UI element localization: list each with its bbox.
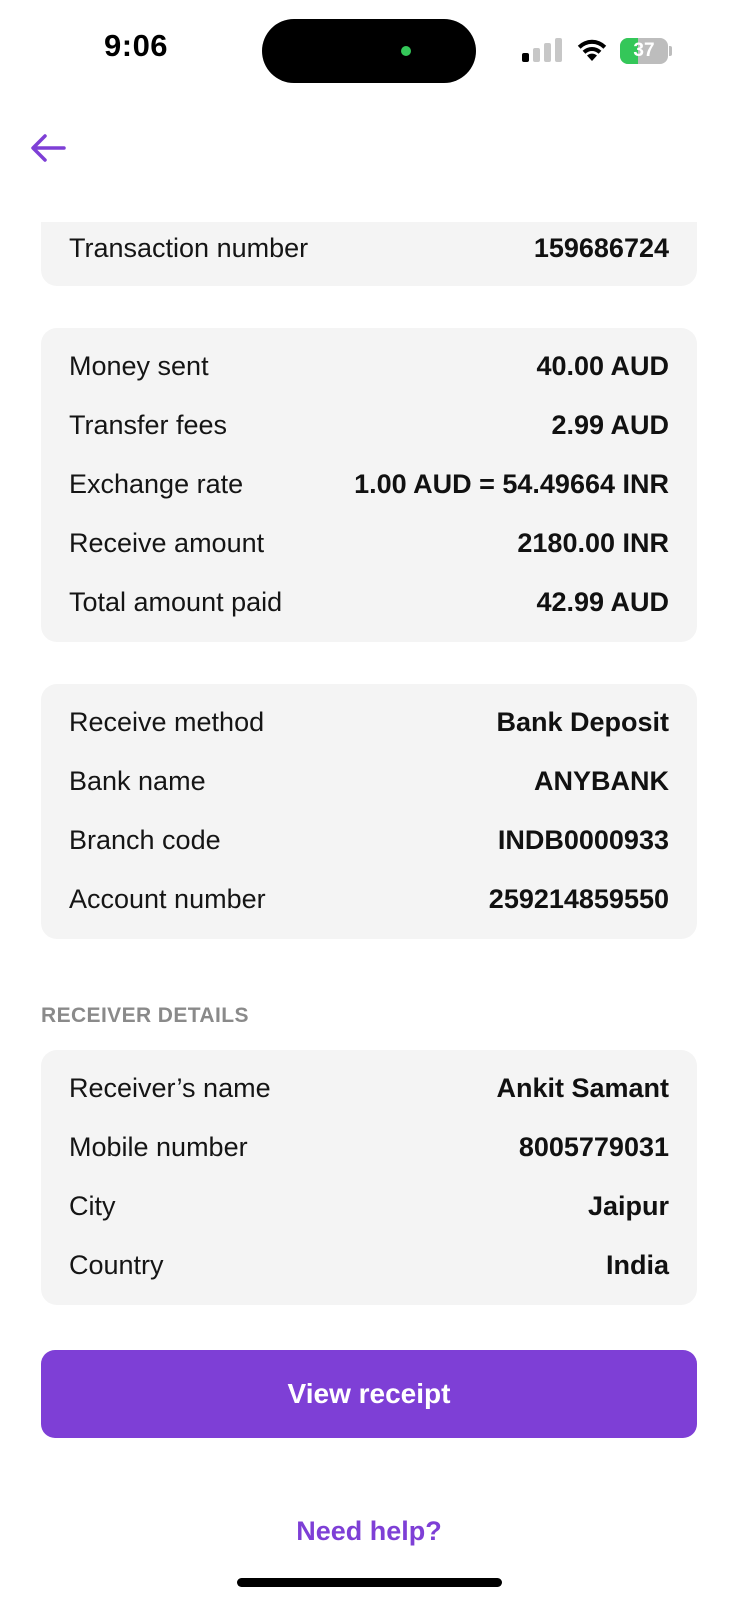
back-button[interactable] [26,128,72,174]
detail-row-receiver-name: Receiver’s name Ankit Samant [69,1059,669,1118]
detail-row-mobile-number: Mobile number 8005779031 [69,1118,669,1177]
row-label: Total amount paid [69,587,283,617]
detail-row-branch-code: Branch code INDB0000933 [69,811,669,870]
row-value: 2180.00 INR [517,528,669,558]
home-indicator[interactable] [237,1578,502,1587]
row-label: Mobile number [69,1132,248,1162]
row-label: Country [69,1250,164,1280]
screen: 9:06 37 Transaction number 159686724 Mon… [0,0,738,1600]
view-receipt-button[interactable]: View receipt [41,1350,697,1438]
row-label: Branch code [69,825,221,855]
row-label: Bank name [69,766,206,796]
arrow-left-icon [31,134,66,162]
battery-icon: 37 [620,38,672,64]
row-value: Bank Deposit [496,707,669,737]
row-value: 159686724 [533,232,669,263]
detail-row-receive-method: Receive method Bank Deposit [69,693,669,752]
row-value: 8005779031 [518,1132,669,1162]
row-value: 259214859550 [488,884,669,914]
battery-percent: 37 [633,40,655,61]
row-value: 2.99 AUD [551,410,669,440]
detail-row-account-number: Account number 259214859550 [69,870,669,929]
row-value: ANYBANK [534,766,669,796]
row-value: 40.00 AUD [536,351,669,381]
section-title-receiver-details: RECEIVER DETAILS [41,1004,249,1027]
row-value: 1.00 AUD = 54.49664 INR [354,469,669,499]
detail-row-exchange-rate: Exchange rate 1.00 AUD = 54.49664 INR [69,455,669,514]
detail-row-total-amount-paid: Total amount paid 42.99 AUD [69,573,669,632]
cellular-signal-icon [522,38,562,62]
row-value: India [605,1250,669,1280]
status-time: 9:06 [104,28,169,63]
detail-row-bank-name: Bank name ANYBANK [69,752,669,811]
detail-row-transfer-fees: Transfer fees 2.99 AUD [69,396,669,455]
detail-row-transaction-number: Transaction number 159686724 [69,222,669,274]
bank-card: Receive method Bank Deposit Bank name AN… [41,684,697,939]
detail-row-money-sent: Money sent 40.00 AUD [69,337,669,396]
row-label: Receive method [69,707,265,737]
need-help-link[interactable]: Need help? [0,1516,738,1547]
row-value: Ankit Samant [496,1073,669,1103]
row-label: Account number [69,884,266,914]
row-label: Exchange rate [69,469,244,499]
row-label: Money sent [69,351,209,381]
detail-row-country: Country India [69,1236,669,1295]
row-label: City [69,1191,116,1221]
row-label: Receiver’s name [69,1073,271,1103]
camera-indicator-icon [401,46,411,56]
row-label: Receive amount [69,528,265,558]
row-value: Jaipur [587,1191,669,1221]
row-value: INDB0000933 [497,825,669,855]
dynamic-island [262,19,476,83]
amount-card: Money sent 40.00 AUD Transfer fees 2.99 … [41,328,697,642]
transaction-card: Transaction number 159686724 [41,222,697,286]
row-label: Transfer fees [69,410,228,440]
row-label: Transaction number [69,232,309,263]
detail-row-city: City Jaipur [69,1177,669,1236]
detail-row-receive-amount: Receive amount 2180.00 INR [69,514,669,573]
row-value: 42.99 AUD [536,587,669,617]
wifi-icon [574,36,610,62]
receiver-card: Receiver’s name Ankit Samant Mobile numb… [41,1050,697,1305]
status-bar: 9:06 37 [0,0,738,100]
